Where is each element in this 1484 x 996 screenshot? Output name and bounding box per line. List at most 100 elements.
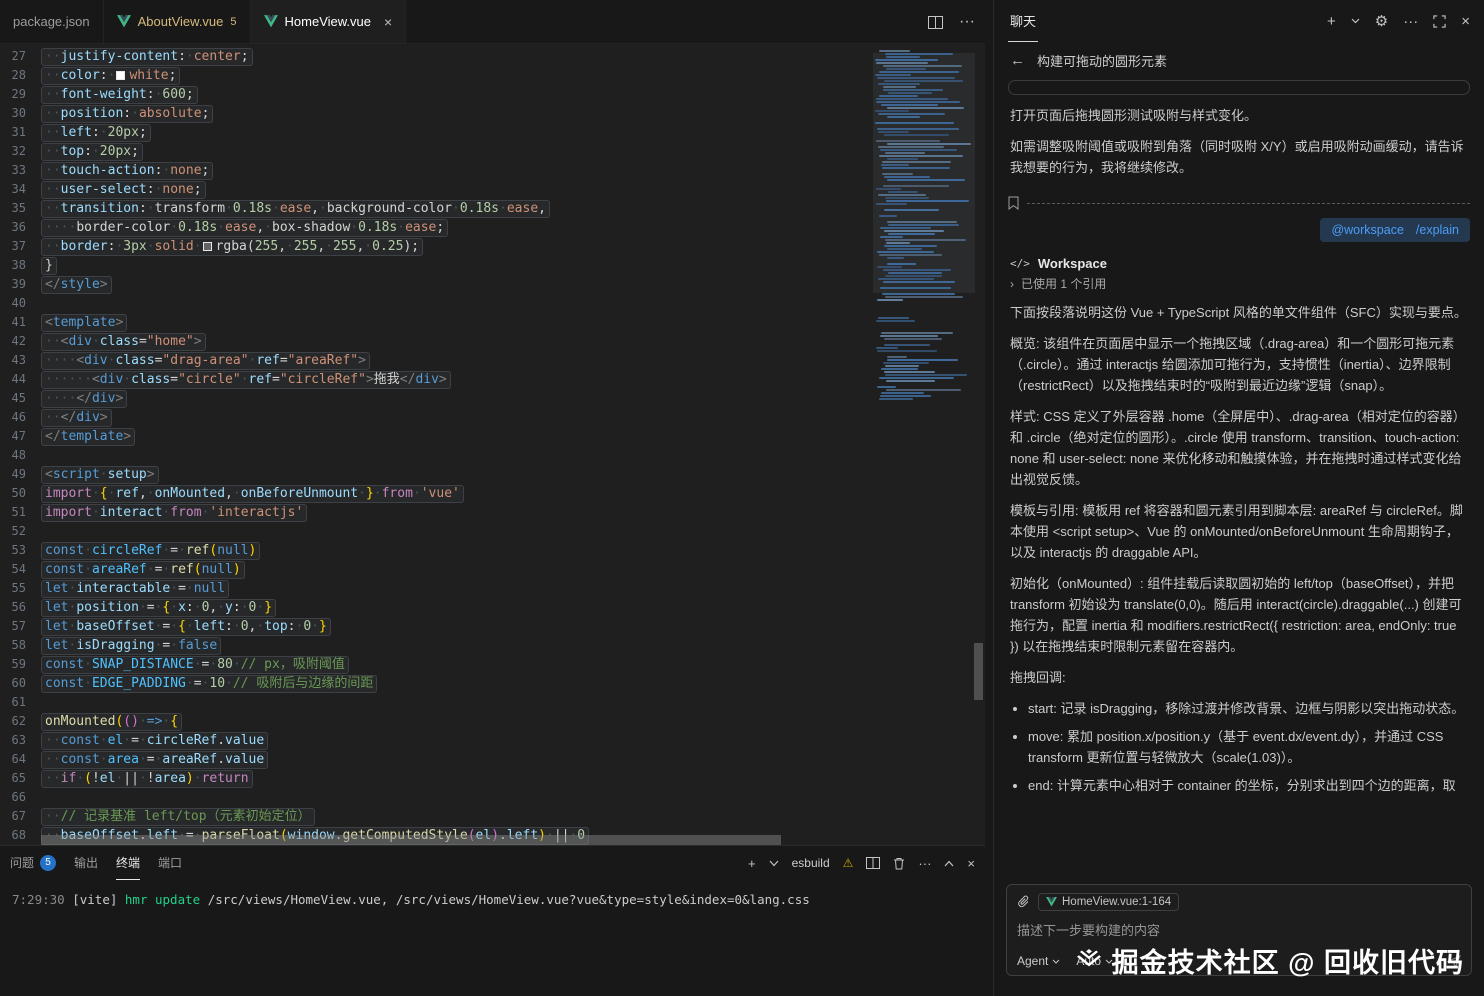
maximize-panel-icon[interactable] (944, 860, 954, 867)
code-line[interactable]: 44······<div·class="circle"·ref="circleR… (0, 370, 863, 389)
settings-gear-icon[interactable]: ⚙ (1375, 14, 1388, 29)
code-line[interactable]: 64··const·area·=·areaRef.value (0, 750, 863, 769)
close-panel-icon[interactable]: × (967, 856, 975, 871)
code-line[interactable]: 49<script·setup> (0, 465, 863, 484)
split-terminal-icon[interactable] (866, 857, 880, 869)
code-line[interactable]: 30··position:·absolute; (0, 104, 863, 123)
code-line[interactable]: 65··if·(!el·||·!area)·return (0, 769, 863, 788)
code-line[interactable]: 39</style> (0, 275, 863, 294)
code-line[interactable]: 61 (0, 693, 863, 712)
code-line[interactable]: 58let·isDragging·=·false (0, 636, 863, 655)
horizontal-scrollbar[interactable] (41, 835, 781, 845)
chevron-down-icon[interactable] (769, 860, 779, 867)
scrollbar-thumb[interactable] (974, 643, 983, 700)
code-editor[interactable]: 27··justify-content:·center;28··color:·w… (0, 44, 985, 845)
chat-paragraph: 初始化（onMounted）: 组件挂载后读取圆初始的 left/top（bas… (1010, 573, 1468, 657)
code-line[interactable]: 41<template> (0, 313, 863, 332)
panel-tab-terminal[interactable]: 终端 (116, 846, 140, 880)
chat-paragraph: 下面按段落说明这份 Vue + TypeScript 风格的单文件组件（SFC）… (1010, 302, 1468, 323)
color-swatch (203, 242, 212, 251)
line-number: 40 (0, 294, 26, 313)
line-number: 60 (0, 674, 26, 693)
more-actions-icon[interactable]: ··· (918, 856, 931, 871)
code-line[interactable]: 56let·position·=·{·x:·0,·y:·0·} (0, 598, 863, 617)
expand-chat-icon[interactable] (1433, 15, 1446, 28)
chat-paragraph: 概览: 该组件在页面居中显示一个拖拽区域（.drag-area）和一个圆形可拖元… (1010, 333, 1468, 396)
problems-badge: 5 (40, 855, 56, 871)
split-editor-icon[interactable] (928, 16, 943, 29)
code-line[interactable]: 31··left:·20px; (0, 123, 863, 142)
code-line[interactable]: 34··user-select:·none; (0, 180, 863, 199)
line-number: 59 (0, 655, 26, 674)
close-tab-icon[interactable]: × (384, 14, 392, 30)
code-line[interactable]: 43····<div·class="drag-area"·ref="areaRe… (0, 351, 863, 370)
code-line[interactable]: 46··</div> (0, 408, 863, 427)
code-line[interactable]: 60const·EDGE_PADDING·=·10·// 吸附后与边缘的间距 (0, 674, 863, 693)
code-line[interactable]: 66 (0, 788, 863, 807)
code-line[interactable]: 35··transition:·transform·0.18s·ease,·ba… (0, 199, 863, 218)
code-line[interactable]: 52 (0, 522, 863, 541)
scrollbar-thumb[interactable] (41, 835, 781, 845)
code-line[interactable]: 63··const·el·=·circleRef.value (0, 731, 863, 750)
code-line[interactable]: 55let·interactable·=·null (0, 579, 863, 598)
tab-homeview[interactable]: HomeView.vue × (251, 0, 407, 43)
new-chat-icon[interactable]: + (1327, 14, 1336, 29)
attach-paperclip-icon[interactable] (1017, 895, 1030, 909)
code-line[interactable]: 59const·SNAP_DISTANCE·=·80·// px，吸附阈值 (0, 655, 863, 674)
code-line[interactable]: 36····border-color·0.18s·ease,·box-shado… (0, 218, 863, 237)
terminal-shell-label[interactable]: esbuild (792, 856, 830, 870)
watermark: 掘金技术社区 @ 回收旧代码 (1076, 941, 1464, 980)
code-line[interactable]: 37··border:·3px·solid·rgba(255,·255,·255… (0, 237, 863, 256)
code-line[interactable]: 45····</div> (0, 389, 863, 408)
more-actions-icon[interactable]: ··· (1403, 14, 1418, 29)
line-number: 65 (0, 769, 26, 788)
chevron-right-icon: › (1010, 277, 1014, 291)
panel-tab-output[interactable]: 输出 (74, 846, 98, 880)
minimap[interactable] (875, 47, 971, 787)
code-line[interactable]: 54const·areaRef·=·ref(null) (0, 560, 863, 579)
code-line[interactable]: 57let·baseOffset·=·{·left:·0,·top:·0·} (0, 617, 863, 636)
code-line[interactable]: 33··touch-action:·none; (0, 161, 863, 180)
code-line[interactable]: 28··color:·white; (0, 66, 863, 85)
line-number: 51 (0, 503, 26, 522)
context-chip[interactable]: HomeView.vue:1-164 (1038, 893, 1179, 911)
agent-mode-dropdown[interactable]: Agent (1017, 954, 1060, 968)
new-terminal-icon[interactable]: + (748, 856, 756, 871)
response-divider (1008, 196, 1470, 210)
code-line[interactable]: 38} (0, 256, 863, 275)
code-line[interactable]: 53const·circleRef·=·ref(null) (0, 541, 863, 560)
bookmark-icon[interactable] (1008, 196, 1019, 210)
explain-command-link[interactable]: /explain (1416, 223, 1459, 237)
code-line[interactable]: 40 (0, 294, 863, 313)
workspace-command-link[interactable]: @workspace (1331, 223, 1403, 237)
chat-title[interactable]: 聊天 (1008, 0, 1038, 42)
used-references-row[interactable]: › 已使用 1 个引用 (1010, 275, 1468, 292)
code-line[interactable]: 50import·{·ref,·onMounted,·onBeforeUnmou… (0, 484, 863, 503)
code-line[interactable]: 47</template> (0, 427, 863, 446)
chat-bullet-list: start: 记录 isDragging，移除过渡并修改背景、边框与阴影以突出拖… (1028, 698, 1468, 796)
chat-input-placeholder[interactable]: 描述下一步要构建的内容 (1017, 920, 1461, 939)
panel-tab-ports[interactable]: 端口 (158, 846, 182, 880)
chat-bullet: start: 记录 isDragging，移除过渡并修改背景、边框与阴影以突出拖… (1028, 698, 1468, 719)
tab-aboutview[interactable]: AboutView.vue 5 (104, 0, 251, 43)
code-line[interactable]: 48 (0, 446, 863, 465)
tab-package-json[interactable]: package.json (0, 0, 104, 43)
chevron-down-icon[interactable] (1351, 18, 1360, 24)
editor-actions: ··· (928, 0, 975, 44)
back-arrow-icon[interactable]: ← (1010, 52, 1025, 69)
code-line[interactable]: 29··font-weight:·600; (0, 85, 863, 104)
code-line[interactable]: 42··<div·class="home"> (0, 332, 863, 351)
close-chat-icon[interactable]: × (1461, 14, 1470, 29)
code-line[interactable]: 27··justify-content:·center; (0, 47, 863, 66)
code-line[interactable]: 51import·interact·from·'interactjs' (0, 503, 863, 522)
panel-tab-label: 端口 (158, 854, 182, 871)
kill-terminal-icon[interactable] (893, 857, 905, 870)
code-line[interactable]: 32··top:·20px; (0, 142, 863, 161)
more-actions-icon[interactable]: ··· (959, 13, 975, 31)
line-number: 50 (0, 484, 26, 503)
vertical-scrollbar[interactable] (971, 44, 985, 845)
code-line[interactable]: 62onMounted(()·=>·{ (0, 712, 863, 731)
assistant-message: 打开页面后拖拽圆形测试吸附与样式变化。 (1010, 105, 1468, 126)
code-line[interactable]: 67··// 记录基准 left/top（元素初始定位） (0, 807, 863, 826)
panel-tab-problems[interactable]: 问题 5 (10, 846, 56, 880)
